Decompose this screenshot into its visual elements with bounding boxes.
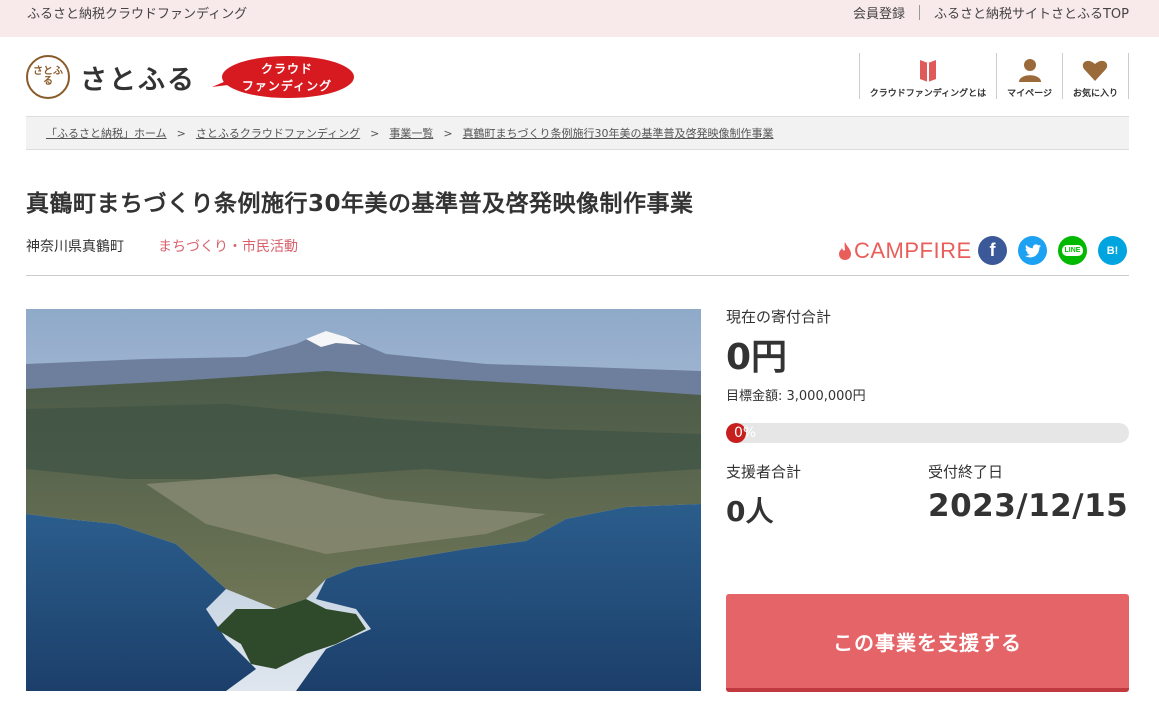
current-total-value: 0円 — [726, 337, 788, 378]
facebook-icon[interactable]: f — [978, 236, 1007, 265]
deadline-label: 受付終了日 — [928, 463, 1004, 481]
page-title: 真鶴町まちづくり条例施行30年美の基準普及啓発映像制作事業 — [26, 191, 694, 217]
progress-bar: 0% — [726, 423, 1129, 443]
hatena-bookmark-icon[interactable]: B! — [1098, 236, 1127, 265]
line-icon[interactable]: LINE — [1058, 236, 1087, 265]
header-nav: クラウドファンディングとは マイページ お気に入り — [858, 53, 1129, 99]
site-logo[interactable]: さとふる さとふる — [26, 55, 196, 99]
breadcrumb-home[interactable]: 「ふるさと納税」ホーム — [46, 125, 167, 141]
breadcrumb-project-list[interactable]: 事業一覧 — [389, 125, 433, 141]
top-bar: ふるさと納税クラウドファンディング 会員登録 ふるさと納税サイトさとふるTOP — [0, 0, 1159, 37]
user-icon — [1018, 59, 1041, 82]
badge-line1: クラウド — [260, 62, 313, 76]
prefecture-label: 神奈川県真鶴町 — [26, 239, 124, 255]
logo-mark-text: さとふる — [33, 66, 63, 87]
project-photo — [26, 309, 701, 691]
line-glyph: LINE — [1061, 245, 1084, 256]
breadcrumb: 「ふるさと納税」ホーム > さとふるクラウドファンディング > 事業一覧 > 真… — [26, 116, 1129, 150]
logo-text: さとふる — [80, 64, 196, 96]
progress-text: 0% — [734, 425, 757, 441]
campfire-text: CAMPFIRE — [854, 238, 972, 263]
breadcrumb-crowdfunding[interactable]: さとふるクラウドファンディング — [196, 125, 360, 141]
bird-icon — [1024, 243, 1041, 257]
social-share: f LINE B! — [978, 236, 1127, 265]
register-link[interactable]: 会員登録 — [853, 3, 905, 22]
twitter-icon[interactable] — [1018, 236, 1047, 265]
hatena-glyph: B! — [1106, 244, 1119, 257]
facebook-glyph: f — [989, 240, 996, 260]
deadline-value: 2023/12/15 — [928, 488, 1129, 524]
support-project-button[interactable]: この事業を支援する — [726, 594, 1129, 692]
satofull-top-link[interactable]: ふるさと納税サイトさとふるTOP — [934, 3, 1129, 22]
nav-favorites-label: お気に入り — [1072, 89, 1118, 99]
goal-amount: 目標金額: 3,000,000円 — [726, 389, 866, 404]
campfire-logo[interactable]: CAMPFIRE — [838, 238, 972, 264]
heart-icon — [1083, 60, 1108, 81]
crowdfunding-badge[interactable]: クラウド ファンディング — [212, 55, 354, 99]
top-links-divider — [918, 5, 920, 20]
breadcrumb-separator: > — [443, 126, 453, 140]
breadcrumb-current[interactable]: 真鶴町まちづくり条例施行30年美の基準普及啓発映像制作事業 — [463, 125, 774, 141]
category-link[interactable]: まちづくり・市民活動 — [158, 236, 298, 256]
nav-about-crowdfunding[interactable]: クラウドファンディングとは — [858, 53, 996, 99]
nav-mypage-label: マイページ — [1007, 89, 1052, 99]
breadcrumb-separator: > — [370, 126, 380, 140]
site-name: ふるさと納税クラウドファンディング — [27, 7, 248, 22]
flame-icon — [839, 242, 851, 260]
top-links: 会員登録 ふるさと納税サイトさとふるTOP — [853, 3, 1129, 22]
badge-line2: ファンディング — [241, 79, 333, 93]
current-total-label: 現在の寄付合計 — [726, 308, 832, 326]
nav-favorites[interactable]: お気に入り — [1061, 53, 1129, 99]
header-divider — [26, 275, 1129, 276]
aerial-landscape-image — [26, 309, 701, 691]
book-icon — [919, 60, 936, 82]
nav-about-label: クラウドファンディングとは — [869, 89, 987, 99]
nav-mypage[interactable]: マイページ — [996, 53, 1062, 99]
logo-mark: さとふる — [26, 55, 70, 99]
supporters-label: 支援者合計 — [726, 463, 802, 481]
supporters-value: 0人 — [726, 495, 774, 528]
breadcrumb-separator: > — [176, 126, 186, 140]
